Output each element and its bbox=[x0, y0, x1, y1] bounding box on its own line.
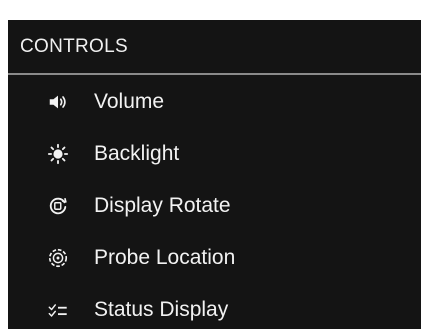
volume-icon bbox=[46, 90, 70, 114]
menu-item-label: Probe Location bbox=[94, 246, 236, 269]
menu-item-backlight[interactable]: Backlight bbox=[8, 128, 421, 180]
controls-menu: Volume Backlight Display Rotate Probe Lo… bbox=[8, 76, 421, 336]
menu-item-label: Volume bbox=[94, 90, 165, 113]
status-display-icon bbox=[46, 298, 70, 322]
menu-item-label: Status Display bbox=[94, 298, 229, 321]
menu-item-probe-location[interactable]: Probe Location bbox=[8, 232, 421, 284]
menu-item-label: Backlight bbox=[94, 142, 180, 165]
panel-title: CONTROLS bbox=[20, 36, 128, 57]
menu-item-label: Display Rotate bbox=[94, 194, 231, 217]
probe-location-icon bbox=[46, 246, 70, 270]
menu-item-display-rotate[interactable]: Display Rotate bbox=[8, 180, 421, 232]
panel-header: CONTROLS bbox=[8, 20, 421, 74]
header-divider bbox=[8, 73, 421, 75]
menu-item-volume[interactable]: Volume bbox=[8, 76, 421, 128]
backlight-icon bbox=[46, 142, 70, 166]
controls-panel: CONTROLS Volume Backlight Display Rotate… bbox=[8, 20, 421, 329]
menu-item-status-display[interactable]: Status Display bbox=[8, 284, 421, 336]
display-rotate-icon bbox=[46, 194, 70, 218]
